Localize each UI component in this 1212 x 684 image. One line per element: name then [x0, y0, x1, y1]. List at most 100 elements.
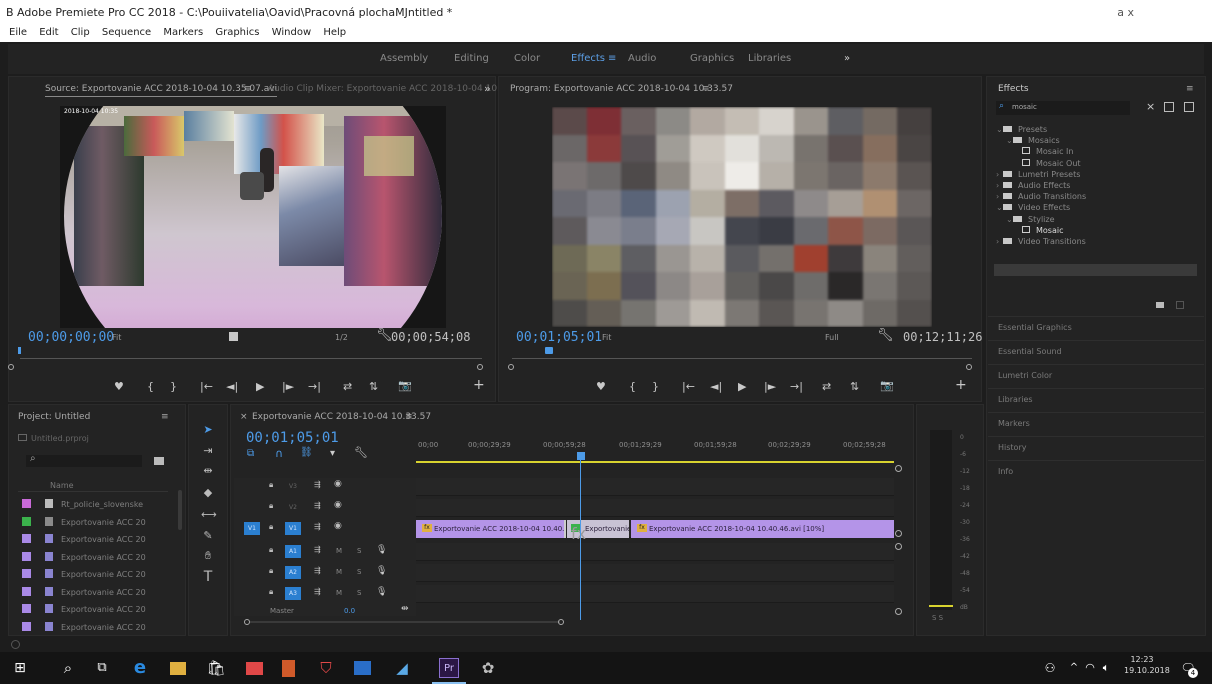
menu-edit[interactable]: Edit — [39, 27, 58, 38]
section-history[interactable]: History — [998, 443, 1026, 452]
solo-button[interactable]: S — [357, 589, 361, 597]
effects-tree-item[interactable]: › Audio Effects — [996, 181, 1070, 190]
project-panel-menu[interactable]: ≡ — [161, 412, 169, 422]
sync-lock-icon[interactable]: ⇶ — [314, 587, 321, 596]
premiere-pro-icon[interactable]: Pr — [439, 658, 459, 678]
lane-v3[interactable] — [416, 478, 894, 496]
sync-lock-icon[interactable]: ⇶ — [314, 522, 321, 531]
work-area-bar[interactable] — [416, 461, 894, 463]
type-tool-icon[interactable]: T — [201, 569, 215, 585]
source-tab-menu[interactable]: ≡ — [244, 84, 252, 94]
mail-icon[interactable] — [246, 662, 263, 675]
workspace-editing[interactable]: Editing — [454, 53, 489, 64]
tab-audio-clip-mixer[interactable]: Audio Clip Mixer: Exportovanie ACC 2018-… — [268, 84, 506, 94]
toggle-output-eye-icon[interactable]: ◉ — [334, 500, 342, 510]
section-essential-sound[interactable]: Essential Sound — [998, 347, 1062, 356]
task-view-icon[interactable]: ⧉ — [92, 658, 112, 678]
workspace-more-button[interactable]: » — [844, 53, 850, 64]
ripple-edit-tool-icon[interactable]: ⇹ — [201, 464, 215, 478]
lock-track-icon[interactable]: 🔒︎ — [269, 480, 273, 490]
source-mark-out-icon[interactable]: } — [170, 380, 177, 393]
snap-icon[interactable]: ∩ — [275, 447, 283, 460]
delete-icon[interactable] — [1176, 301, 1184, 309]
expand-arrow-icon[interactable]: ⌄ — [1006, 136, 1013, 145]
source-step-back-icon[interactable]: ◄| — [226, 380, 238, 393]
clear-search-button[interactable]: × — [1146, 100, 1155, 113]
track-target-toggle[interactable]: A2 — [285, 566, 301, 579]
track-target-toggle[interactable]: V3 — [285, 480, 301, 493]
column-header-name[interactable]: Name — [50, 481, 74, 490]
label-color-swatch[interactable] — [22, 499, 31, 508]
effects-tree-item[interactable]: ⌄ Mosaics — [1006, 136, 1060, 145]
menu-help[interactable]: Help — [323, 27, 346, 38]
program-go-to-out-icon[interactable]: →| — [790, 380, 803, 393]
effects-tree-item[interactable]: › Audio Transitions — [996, 192, 1086, 201]
source-timeline-ruler[interactable] — [20, 358, 482, 359]
section-markers[interactable]: Markers — [998, 419, 1030, 428]
expand-arrow-icon[interactable]: ⌄ — [996, 125, 1003, 134]
timeline-clip[interactable]: Exportovanie ACC 2018-10-04 10.40.46.avi — [416, 520, 564, 538]
label-color-swatch[interactable] — [22, 621, 31, 631]
program-go-to-in-icon[interactable]: |← — [682, 380, 695, 393]
effects-tree-item[interactable]: Mosaic Out — [1016, 158, 1081, 168]
section-lumetri-color[interactable]: Lumetri Color — [998, 371, 1052, 380]
menu-graphics[interactable]: Graphics — [215, 27, 259, 38]
master-go-to-icon[interactable]: ⇹ — [401, 604, 409, 614]
source-overwrite-icon[interactable]: ⇅ — [369, 380, 378, 393]
workspace-effects-menu[interactable]: ≡ — [608, 53, 616, 64]
timeline-horizontal-scrollbar[interactable] — [250, 621, 560, 623]
project-title[interactable]: Project: Untitled — [18, 412, 90, 422]
sync-lock-icon[interactable]: ⇶ — [314, 545, 321, 554]
source-add-marker-icon[interactable]: ♥ — [114, 380, 124, 393]
edge-icon[interactable]: e — [130, 658, 150, 678]
solo-button[interactable]: S — [357, 568, 361, 576]
voiceover-record-icon[interactable]: 🎙︎ — [376, 566, 387, 576]
expand-arrow-icon[interactable]: ⌄ — [996, 203, 1003, 212]
master-volume-value[interactable]: 0.0 — [344, 607, 355, 615]
program-play-icon[interactable]: ▶ — [738, 380, 746, 393]
effects-search-input[interactable]: ⌕ mosaic — [996, 101, 1130, 115]
timeline-playhead-handle[interactable] — [577, 452, 585, 460]
lock-track-icon[interactable]: 🔒︎ — [269, 501, 273, 511]
source-export-frame-icon[interactable]: 📷 — [398, 379, 412, 392]
ruler-scroll-handle[interactable] — [895, 465, 902, 472]
lock-track-icon[interactable]: 🔒︎ — [269, 587, 273, 597]
photos-icon[interactable]: ◢ — [392, 658, 412, 678]
mute-button[interactable]: M — [336, 589, 342, 597]
label-color-swatch[interactable] — [22, 551, 31, 561]
menu-window[interactable]: Window — [272, 27, 311, 38]
voiceover-record-icon[interactable]: 🎙︎ — [376, 545, 387, 555]
new-custom-bin-icon[interactable] — [1164, 102, 1174, 112]
project-list-item[interactable]: Exportovanie ACC 20 — [22, 551, 146, 565]
audio-lane-scroll-handle-bottom[interactable] — [895, 608, 902, 615]
project-scrollbar[interactable] — [178, 490, 182, 530]
timeline-zoom-handle-right[interactable] — [558, 619, 564, 625]
lane-v2[interactable] — [416, 499, 894, 517]
collapse-arrow-icon[interactable]: › — [996, 192, 1003, 201]
audio-lane-scroll-handle[interactable] — [895, 543, 902, 550]
volume-icon[interactable]: 🔈︎ — [1096, 658, 1116, 678]
workspace-assembly[interactable]: Assembly — [380, 53, 428, 64]
project-list-item[interactable]: Exportovanie ACC 20 — [22, 604, 146, 617]
source-more-tabs-button[interactable]: » — [484, 82, 491, 95]
program-timecode-in[interactable]: 00;01;05;01 — [516, 330, 602, 345]
audio-meter-solo[interactable]: S S — [932, 614, 943, 622]
effects-tree-item[interactable]: › Lumetri Presets — [996, 170, 1080, 179]
source-go-to-out-icon[interactable]: →| — [308, 380, 321, 393]
source-resolution-dropdown[interactable]: 1/2 — [335, 333, 348, 342]
program-resolution-dropdown[interactable]: Full — [825, 333, 839, 342]
lane-a3[interactable] — [416, 585, 894, 603]
project-list-item[interactable]: Rt_policie_slovenske — [22, 499, 143, 512]
razor-tool-icon[interactable]: ◆ — [201, 486, 215, 500]
lane-a1[interactable] — [416, 543, 894, 561]
nest-toggle-icon[interactable]: ⧉ — [247, 448, 254, 459]
effects-tree-item[interactable]: › Video Transitions — [996, 237, 1086, 246]
program-mark-out-icon[interactable]: } — [652, 380, 659, 393]
track-select-tool-icon[interactable]: ⇥ — [201, 444, 215, 458]
workspace-libraries[interactable]: Libraries — [748, 53, 791, 64]
project-list-item[interactable]: Exportovanie ACC 20 — [22, 516, 146, 530]
effects-tree-item[interactable]: Mosaic — [1016, 225, 1064, 235]
workspace-audio[interactable]: Audio — [628, 53, 656, 64]
add-marker-icon[interactable]: ▾ — [330, 448, 335, 459]
timeline-clip[interactable]: Exportovanie ACC 2018-10-04 10.40.46.avi… — [631, 520, 894, 538]
